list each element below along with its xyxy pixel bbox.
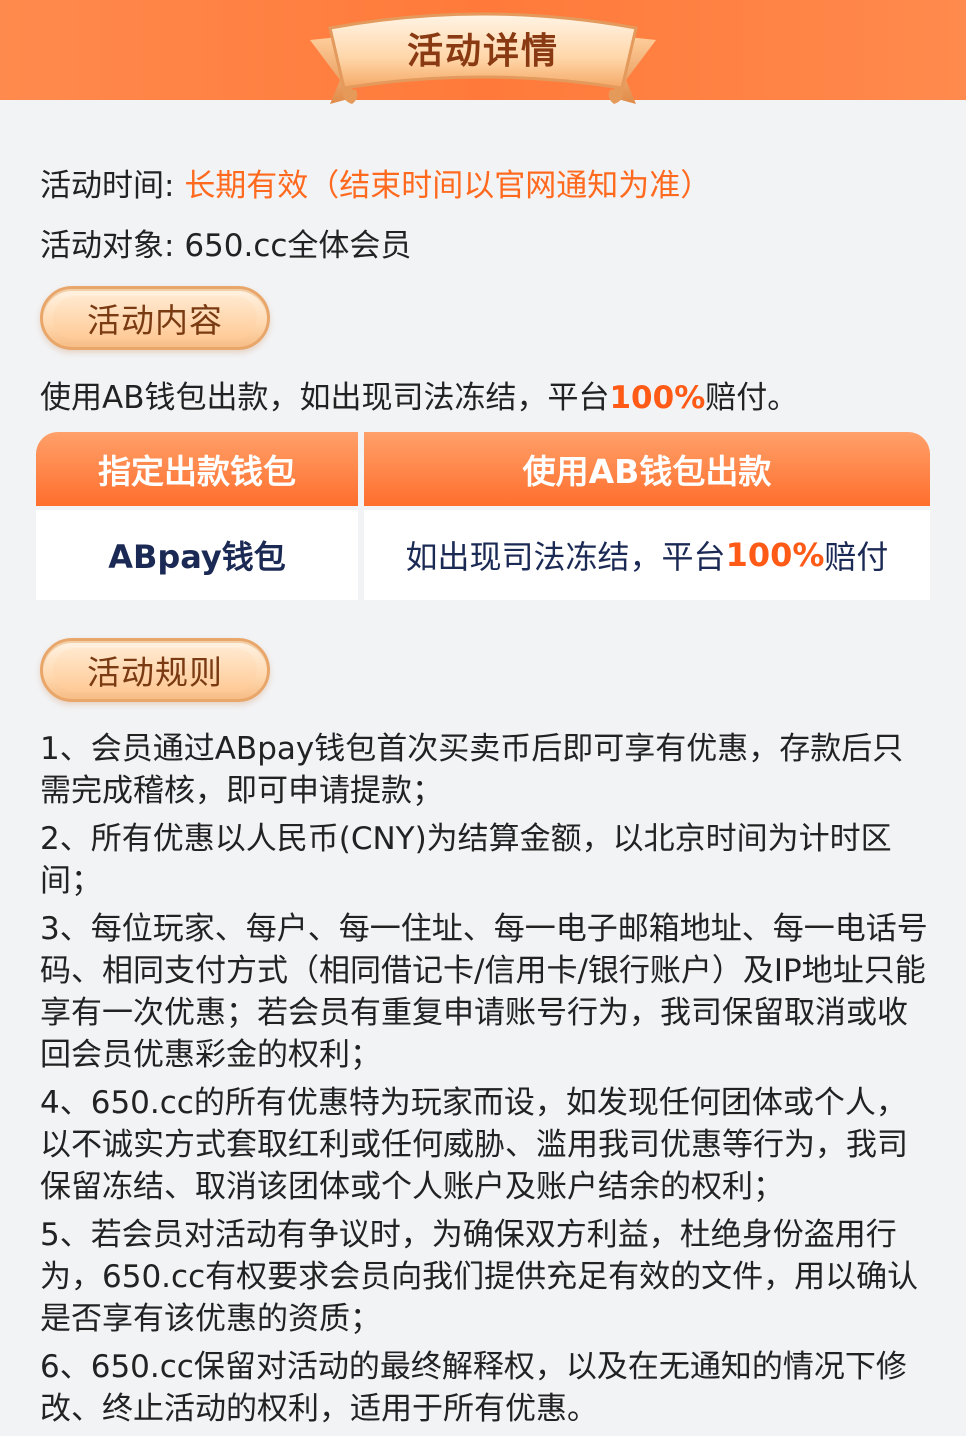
rule-item: 1、会员通过ABpay钱包首次买卖币后即可享有优惠，存款后只需完成稽核，即可申请…	[40, 731, 904, 809]
rules-section-title: 活动规则	[53, 648, 257, 692]
table-cell-note: 如出现司法冻结，平台 100% 赔付	[364, 510, 930, 600]
rules-section-badge: 活动规则	[40, 638, 270, 702]
title-ribbon: 活动详情	[300, 0, 666, 120]
rule-item: 5、若会员对活动有争议时，为确保双方利益，杜绝身份盗用行为，650.cc有权要求…	[40, 1217, 919, 1337]
table-note-suffix: 赔付	[824, 538, 889, 576]
wallet-table: 指定出款钱包 使用AB钱包出款 ABpay钱包 如出现司法冻结，平台 100% 赔付	[36, 432, 930, 600]
content-desc-highlight: 100%	[609, 380, 706, 416]
activity-time-line: 活动时间: 长期有效（结束时间以官网通知为准）	[40, 160, 711, 205]
table-note-prefix: 如出现司法冻结，平台	[405, 538, 726, 576]
content-section-title: 活动内容	[53, 296, 257, 340]
rule-item: 2、所有优惠以人民币(CNY)为结算金额，以北京时间为计时区间；	[40, 821, 892, 899]
table-cell-wallet: ABpay钱包	[36, 510, 358, 600]
activity-target-label: 活动对象:	[40, 228, 185, 264]
table-header-withdraw: 使用AB钱包出款	[364, 432, 930, 506]
activity-target-value: 650.cc全体会员	[184, 228, 412, 264]
content-section-badge: 活动内容	[40, 286, 270, 350]
content-desc-prefix: 使用AB钱包出款，如出现司法冻结，平台	[40, 380, 610, 416]
activity-time-value: 长期有效（结束时间以官网通知为准）	[184, 168, 712, 204]
activity-time-label: 活动时间:	[40, 168, 185, 204]
activity-target-line: 活动对象: 650.cc全体会员	[40, 220, 411, 265]
rule-item: 4、650.cc的所有优惠特为玩家而设，如发现任何团体或个人，以不诚实方式套取红…	[40, 1085, 908, 1205]
page-title: 活动详情	[406, 31, 559, 72]
table-header-wallet: 指定出款钱包	[36, 432, 358, 506]
rule-item: 3、每位玩家、每户、每一住址、每一电子邮箱地址、每一电话号码、相同支付方式（相同…	[40, 911, 928, 1073]
content-description: 使用AB钱包出款，如出现司法冻结，平台100%赔付。	[40, 372, 798, 417]
rules-list: 1、会员通过ABpay钱包首次买卖币后即可享有优惠，存款后只需完成稽核，即可申请…	[40, 728, 932, 1436]
table-note-highlight: 100%	[725, 536, 825, 574]
rule-item: 6、650.cc保留对活动的最终解释权，以及在无通知的情况下修改、终止活动的权利…	[40, 1349, 907, 1427]
content-desc-suffix: 赔付。	[705, 380, 799, 416]
